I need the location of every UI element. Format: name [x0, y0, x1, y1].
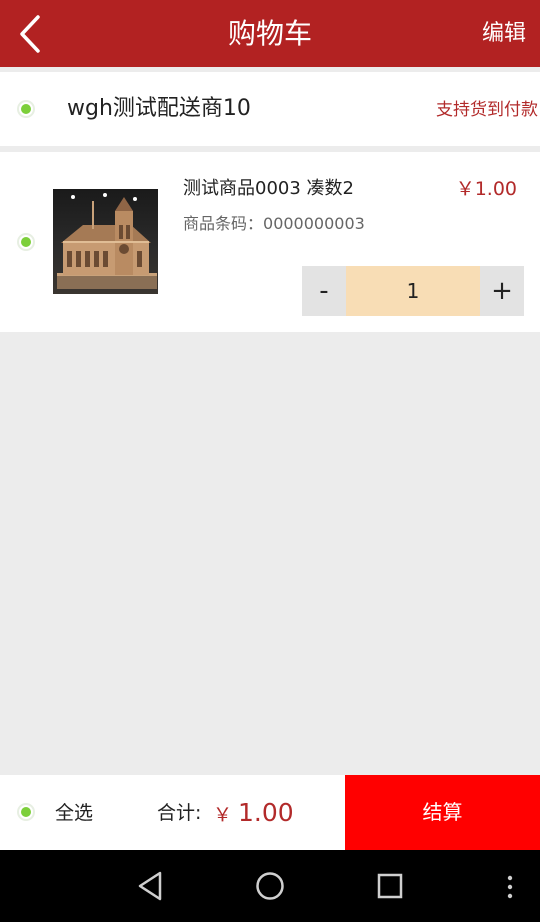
square-recents-icon[interactable] [376, 872, 404, 900]
edit-button[interactable]: 编辑 [482, 17, 526, 51]
product-price: ￥1.00 [455, 178, 517, 200]
barcode-value: 0000000003 [263, 214, 365, 233]
barcode-label: 商品条码： [183, 214, 264, 233]
total-label: 合计: [157, 802, 202, 824]
select-all-label[interactable]: 全选 [55, 799, 93, 827]
product-name[interactable]: 测试商品0003 凑数2 [183, 176, 354, 202]
shop-name: wgh测试配送商10 [67, 96, 251, 121]
system-navigation-bar [0, 850, 540, 922]
product-barcode: 商品条码：0000000003 [183, 212, 365, 236]
quantity-stepper: - 1 + [302, 266, 524, 316]
shop-select-radio[interactable] [17, 100, 35, 118]
cart-summary-bar: 全选 合计: ￥ 1.00 结算 [0, 775, 540, 850]
currency-symbol: ￥ [213, 804, 233, 826]
shop-header-row: wgh测试配送商10 支持货到付款 [0, 72, 540, 146]
cart-item-row: 测试商品0003 凑数2 ￥1.00 商品条码：0000000003 - 1 + [0, 152, 540, 332]
total-amount-value: 1.00 [238, 798, 294, 827]
total-amount: ￥ 1.00 [213, 796, 294, 833]
product-thumbnail[interactable] [53, 189, 158, 294]
checkout-button[interactable]: 结算 [345, 775, 540, 850]
circle-home-icon[interactable] [254, 870, 286, 902]
vertical-dots-icon[interactable] [504, 874, 516, 900]
decrease-quantity-button[interactable]: - [302, 266, 346, 316]
page-title: 购物车 [227, 17, 312, 50]
select-all-radio[interactable] [17, 803, 35, 821]
triangle-back-icon[interactable] [136, 870, 164, 902]
top-app-bar: 购物车 编辑 [0, 0, 540, 67]
quantity-input[interactable]: 1 [346, 266, 480, 316]
cash-on-delivery-badge: 支持货到付款 [436, 100, 538, 120]
item-select-radio[interactable] [17, 233, 35, 251]
shopping-cart-screen: 购物车 编辑 wgh测试配送商10 支持货到付款 测试商品0003 凑数2 ￥1… [0, 0, 540, 922]
increase-quantity-button[interactable]: + [480, 266, 524, 316]
cathedral-model-image [53, 189, 158, 294]
